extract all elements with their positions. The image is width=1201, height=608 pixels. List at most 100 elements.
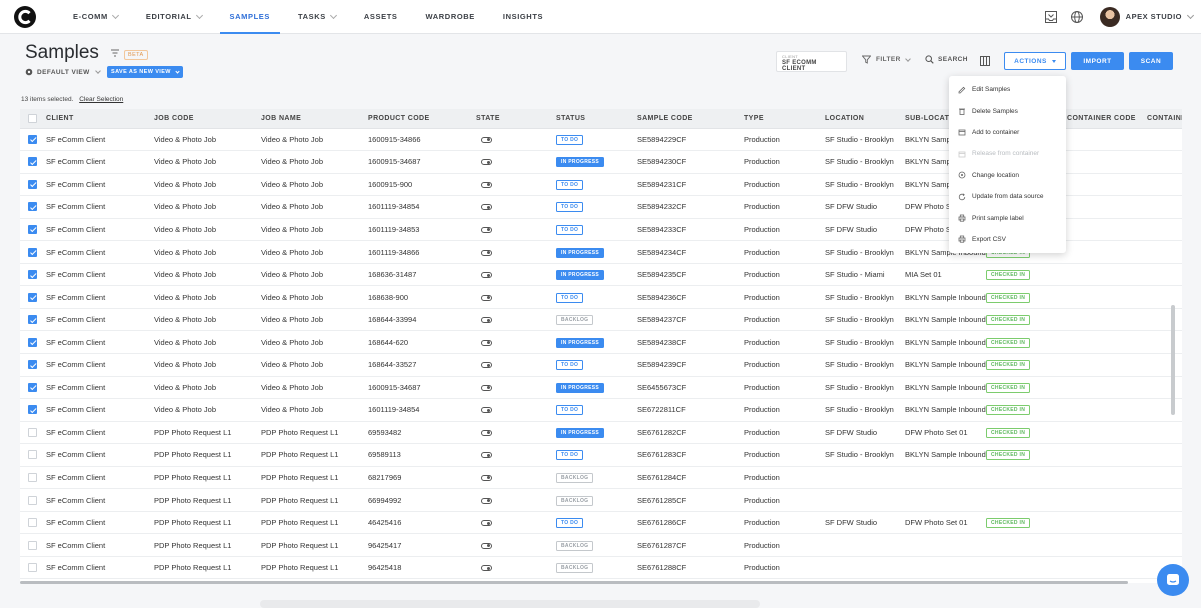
- column-header[interactable]: SAMPLE CODE: [637, 109, 744, 129]
- column-header[interactable]: CLIENT: [46, 109, 154, 129]
- column-header[interactable]: TYPE: [744, 109, 825, 129]
- row-checkbox-cell[interactable]: [20, 488, 46, 512]
- inbox-icon[interactable]: [1044, 10, 1058, 24]
- row-checkbox[interactable]: [28, 563, 37, 573]
- state-toggle-icon[interactable]: [481, 565, 492, 572]
- table-row[interactable]: SF eComm Client PDP Photo Request L1 PDP P…: [20, 556, 1182, 580]
- state-toggle-icon[interactable]: [481, 294, 492, 301]
- save-as-new-view-button[interactable]: SAVE AS NEW VIEW: [107, 66, 183, 78]
- row-checkbox[interactable]: [28, 337, 37, 347]
- table-row[interactable]: SF eComm Client Video & Photo Job Video & …: [20, 330, 1182, 354]
- globe-icon[interactable]: [1070, 10, 1084, 24]
- state-toggle-icon[interactable]: [481, 249, 492, 256]
- table-row[interactable]: SF eComm Client Video & Photo Job Video & …: [20, 376, 1182, 400]
- select-all-checkbox[interactable]: [28, 113, 37, 123]
- state-toggle-icon[interactable]: [481, 429, 492, 436]
- row-checkbox[interactable]: [28, 247, 37, 257]
- row-checkbox-cell[interactable]: [20, 263, 46, 287]
- table-row[interactable]: SF eComm Client Video & Photo Job Video & …: [20, 285, 1182, 309]
- import-button[interactable]: IMPORT: [1071, 52, 1124, 70]
- column-header[interactable]: STATUS: [556, 109, 637, 129]
- studio-name[interactable]: APEX STUDIO: [1126, 12, 1182, 21]
- state-toggle-icon[interactable]: [481, 520, 492, 527]
- avatar[interactable]: [1099, 6, 1120, 27]
- state-toggle-icon[interactable]: [481, 136, 492, 143]
- state-toggle-icon[interactable]: [481, 542, 492, 549]
- row-checkbox-cell[interactable]: [20, 195, 46, 219]
- row-checkbox-cell[interactable]: [20, 150, 46, 174]
- row-checkbox-cell[interactable]: [20, 511, 46, 535]
- vertical-scrollbar[interactable]: [1171, 305, 1175, 415]
- scan-button[interactable]: SCAN: [1129, 52, 1173, 70]
- state-toggle-icon[interactable]: [481, 384, 492, 391]
- state-toggle-icon[interactable]: [481, 452, 492, 459]
- row-checkbox[interactable]: [28, 495, 37, 505]
- row-checkbox[interactable]: [28, 382, 37, 392]
- row-checkbox-cell[interactable]: [20, 308, 46, 332]
- row-checkbox[interactable]: [28, 179, 37, 189]
- row-checkbox-cell[interactable]: [20, 173, 46, 197]
- table-row[interactable]: SF eComm Client Video & Photo Job Video & …: [20, 308, 1182, 332]
- nav-item-assets[interactable]: ASSETS: [350, 0, 412, 34]
- menu-item-export-csv[interactable]: Export CSV: [949, 229, 1066, 250]
- filter-button[interactable]: FILTER: [862, 55, 911, 64]
- table-row[interactable]: SF eComm Client PDP Photo Request L1 PDP P…: [20, 443, 1182, 467]
- menu-item-delete-samples[interactable]: Delete Samples: [949, 100, 1066, 121]
- row-checkbox[interactable]: [28, 224, 37, 234]
- state-toggle-icon[interactable]: [481, 474, 492, 481]
- row-checkbox[interactable]: [28, 472, 37, 482]
- row-checkbox-cell[interactable]: [20, 218, 46, 242]
- row-checkbox-cell[interactable]: [20, 533, 46, 557]
- row-checkbox[interactable]: [28, 450, 37, 460]
- state-toggle-icon[interactable]: [481, 407, 492, 414]
- column-header[interactable]: JOB CODE: [154, 109, 261, 129]
- row-checkbox-cell[interactable]: [20, 376, 46, 400]
- logo-icon[interactable]: [13, 5, 37, 29]
- column-header[interactable]: JOB NAME: [261, 109, 368, 129]
- menu-item-edit-samples[interactable]: Edit Samples: [949, 79, 1066, 100]
- state-toggle-icon[interactable]: [481, 272, 492, 279]
- row-checkbox[interactable]: [28, 292, 37, 302]
- table-row[interactable]: SF eComm Client PDP Photo Request L1 PDP P…: [20, 533, 1182, 557]
- row-checkbox-cell[interactable]: [20, 330, 46, 354]
- row-checkbox[interactable]: [28, 157, 37, 167]
- default-view-dropdown[interactable]: DEFAULT VIEW: [25, 68, 101, 76]
- row-checkbox-cell[interactable]: [20, 398, 46, 422]
- nav-item-tasks[interactable]: TASKS: [284, 0, 350, 34]
- state-toggle-icon[interactable]: [481, 497, 492, 504]
- menu-item-print-sample-label[interactable]: Print sample label: [949, 207, 1066, 228]
- row-checkbox[interactable]: [28, 427, 37, 437]
- nav-item-e-comm[interactable]: E-COMM: [59, 0, 132, 34]
- row-checkbox-cell[interactable]: [20, 556, 46, 580]
- row-checkbox-cell[interactable]: [20, 443, 46, 467]
- row-checkbox-cell[interactable]: [20, 240, 46, 264]
- column-header[interactable]: CONTAINER: [1147, 109, 1182, 129]
- row-checkbox[interactable]: [28, 405, 37, 415]
- row-checkbox-cell[interactable]: [20, 128, 46, 152]
- state-toggle-icon[interactable]: [481, 339, 492, 346]
- nav-item-samples[interactable]: SAMPLES: [216, 0, 284, 34]
- state-toggle-icon[interactable]: [481, 204, 492, 211]
- row-checkbox[interactable]: [28, 202, 37, 212]
- table-row[interactable]: SF eComm Client Video & Photo Job Video & …: [20, 263, 1182, 287]
- row-checkbox-cell[interactable]: [20, 285, 46, 309]
- view-filter-icon[interactable]: [110, 48, 120, 58]
- row-checkbox[interactable]: [28, 540, 37, 550]
- select-all-cell[interactable]: [20, 109, 46, 129]
- row-checkbox[interactable]: [28, 518, 37, 528]
- chevron-down-icon[interactable]: [1186, 11, 1195, 19]
- table-row[interactable]: SF eComm Client Video & Photo Job Video & …: [20, 398, 1182, 422]
- actions-button[interactable]: ACTIONS: [1004, 52, 1066, 70]
- row-checkbox-cell[interactable]: [20, 466, 46, 490]
- state-toggle-icon[interactable]: [481, 317, 492, 324]
- nav-item-editorial[interactable]: EDITORIAL: [132, 0, 216, 34]
- row-checkbox-cell[interactable]: [20, 353, 46, 377]
- table-row[interactable]: SF eComm Client Video & Photo Job Video & …: [20, 353, 1182, 377]
- state-toggle-icon[interactable]: [481, 362, 492, 369]
- nav-item-insights[interactable]: INSIGHTS: [489, 0, 557, 34]
- table-row[interactable]: SF eComm Client PDP Photo Request L1 PDP P…: [20, 466, 1182, 490]
- row-checkbox-cell[interactable]: [20, 421, 46, 445]
- row-checkbox[interactable]: [28, 134, 37, 144]
- column-header[interactable]: CONTAINER CODE: [1067, 109, 1147, 129]
- menu-item-change-location[interactable]: Change location: [949, 165, 1066, 186]
